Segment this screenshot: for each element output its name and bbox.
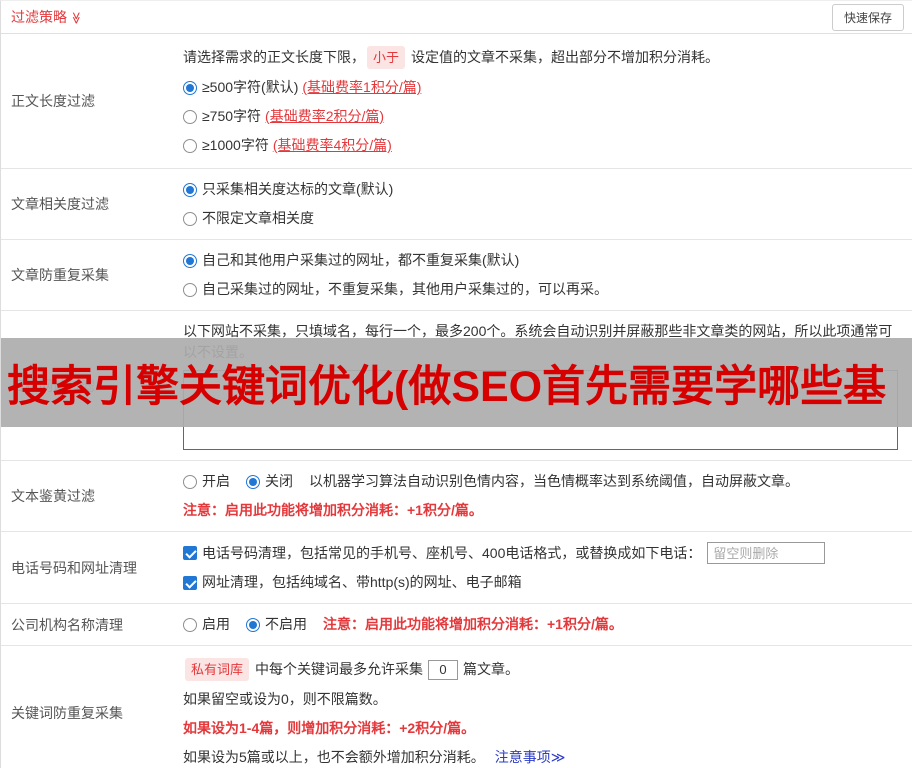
radio-icon[interactable] bbox=[183, 80, 197, 95]
row-company-name-cleaning: 公司机构名称清理 启用 不启用 注意：启用此功能将增加积分消耗：+1积分/篇。 bbox=[1, 604, 912, 646]
row-content-company-name: 启用 不启用 注意：启用此功能将增加积分消耗：+1积分/篇。 bbox=[176, 604, 912, 645]
porn-filter-cost-note: 注意：启用此功能将增加积分消耗：+1积分/篇。 bbox=[183, 502, 483, 518]
radio-label: 关闭 bbox=[265, 473, 293, 489]
keyword-note-zero: 如果留空或设为0，则不限篇数。 bbox=[183, 691, 387, 707]
radio-label: 不启用 bbox=[265, 616, 307, 632]
radio-option-relevance-any[interactable]: 不限定文章相关度 bbox=[183, 208, 902, 229]
chevron-double-down-icon: ≫ bbox=[69, 11, 84, 25]
filter-strategy-page: 过滤策略 ≫ 快速保存 正文长度过滤 请选择需求的正文长度下限， 小于 设定值的文… bbox=[0, 0, 912, 768]
radio-label: ≥500字符(默认) bbox=[202, 79, 299, 95]
radio-option-company-disable[interactable]: 不启用 bbox=[246, 614, 307, 635]
row-label-porn-filter: 文本鉴黄过滤 bbox=[11, 488, 95, 504]
radio-option-porn-off[interactable]: 关闭 bbox=[246, 471, 293, 492]
overlay-banner-text: 搜索引擎关键词优化(做SEO首先需要学哪些基 bbox=[7, 362, 887, 411]
checkbox-option-phone-cleaning[interactable]: 电话号码清理，包括常见的手机号、座机号、400电话格式，或替换成如下电话： bbox=[183, 542, 902, 564]
row-content-porn-filter: 开启 关闭 以机器学习算法自动识别色情内容，当色情概率达到系统阈值，自动屏蔽文章… bbox=[176, 461, 912, 531]
row-content-dedup: 自己和其他用户采集过的网址，都不重复采集(默认) 自己采集过的网址，不重复采集，… bbox=[176, 240, 912, 310]
keyword-limit-count-input[interactable] bbox=[428, 659, 459, 680]
row-content-keyword-dedup: 私有词库 中每个关键词最多允许采集 篇文章。 如果留空或设为0，则不限篇数。 如… bbox=[176, 646, 912, 768]
radio-icon[interactable] bbox=[183, 211, 197, 226]
keyword-limit-text-mid: 中每个关键词最多允许采集 bbox=[255, 661, 424, 677]
intro-text-pre: 请选择需求的正文长度下限， bbox=[183, 49, 365, 65]
length-filter-intro: 请选择需求的正文长度下限， 小于 设定值的文章不采集，超出部分不增加积分消耗。 bbox=[183, 46, 902, 69]
row-content-phone-url: 电话号码清理，包括常见的手机号、座机号、400电话格式，或替换成如下电话： 网址… bbox=[176, 532, 912, 603]
row-label-relevance-filter: 文章相关度过滤 bbox=[11, 196, 109, 212]
radio-icon[interactable] bbox=[246, 617, 260, 632]
row-label-dedup: 文章防重复采集 bbox=[11, 267, 109, 283]
radio-option-dedup-self-only[interactable]: 自己采集过的网址，不重复采集，其他用户采集过的，可以再采。 bbox=[183, 279, 902, 300]
company-name-options: 启用 不启用 注意：启用此功能将增加积分消耗：+1积分/篇。 bbox=[183, 614, 902, 635]
radio-icon[interactable] bbox=[183, 138, 197, 153]
radio-icon[interactable] bbox=[183, 109, 197, 124]
radio-icon[interactable] bbox=[183, 253, 197, 268]
page-header: 过滤策略 ≫ 快速保存 bbox=[1, 1, 912, 34]
overlay-banner: 搜索引擎关键词优化(做SEO首先需要学哪些基 bbox=[1, 338, 912, 427]
page-title-text: 过滤策略 bbox=[11, 9, 67, 25]
checkbox-option-url-cleaning[interactable]: 网址清理，包括纯域名、带http(s)的网址、电子邮箱 bbox=[183, 572, 902, 593]
radio-label: ≥750字符 bbox=[202, 108, 262, 124]
private-lexicon-tag: 私有词库 bbox=[185, 658, 250, 681]
radio-label: 自己采集过的网址，不重复采集，其他用户采集过的，可以再采。 bbox=[202, 281, 608, 297]
radio-icon[interactable] bbox=[183, 282, 197, 297]
row-content-relevance-filter: 只采集相关度达标的文章(默认) 不限定文章相关度 bbox=[176, 169, 912, 239]
radio-option-500-chars[interactable]: ≥500字符(默认) (基础费率1积分/篇) bbox=[183, 77, 902, 98]
row-relevance-filter: 文章相关度过滤 只采集相关度达标的文章(默认) 不限定文章相关度 bbox=[1, 169, 912, 240]
radio-icon[interactable] bbox=[183, 617, 197, 632]
porn-filter-options: 开启 关闭 以机器学习算法自动识别色情内容，当色情概率达到系统阈值，自动屏蔽文章… bbox=[183, 471, 902, 492]
radio-label: 启用 bbox=[202, 616, 230, 632]
rate-note: (基础费率2积分/篇) bbox=[265, 108, 385, 124]
row-porn-filter: 文本鉴黄过滤 开启 关闭 以机器学习算法自动识别色情内容，当色情概率达到系统阈值… bbox=[1, 461, 912, 532]
row-label-keyword-dedup: 关键词防重复采集 bbox=[11, 705, 123, 721]
row-phone-url-cleaning: 电话号码和网址清理 电话号码清理，包括常见的手机号、座机号、400电话格式，或替… bbox=[1, 532, 912, 604]
page-title[interactable]: 过滤策略 ≫ bbox=[11, 7, 83, 27]
keyword-note-five-plus: 如果设为5篇或以上，也不会额外增加积分消耗。 注意事项≫ bbox=[183, 747, 902, 768]
radio-label: 开启 bbox=[202, 473, 230, 489]
intro-text-post: 设定值的文章不采集，超出部分不增加积分消耗。 bbox=[411, 49, 720, 65]
rate-note: (基础费率1积分/篇) bbox=[302, 79, 422, 95]
keyword-limit-line: 私有词库 中每个关键词最多允许采集 篇文章。 bbox=[183, 658, 902, 681]
radio-option-dedup-all-users[interactable]: 自己和其他用户采集过的网址，都不重复采集(默认) bbox=[183, 250, 902, 271]
radio-label: ≥1000字符 bbox=[202, 137, 269, 153]
keyword-note-cost: 如果设为1-4篇，则增加积分消耗：+2积分/篇。 bbox=[183, 720, 476, 736]
checkbox-label: 电话号码清理，包括常见的手机号、座机号、400电话格式，或替换成如下电话： bbox=[202, 544, 702, 561]
radio-icon[interactable] bbox=[183, 182, 197, 197]
checkbox-icon[interactable] bbox=[183, 575, 197, 590]
row-label-length-filter: 正文长度过滤 bbox=[11, 93, 95, 109]
radio-icon[interactable] bbox=[183, 474, 197, 489]
keyword-limit-text-post: 篇文章。 bbox=[463, 661, 520, 677]
row-keyword-dedup: 关键词防重复采集 私有词库 中每个关键词最多允许采集 篇文章。 如果留空或设为0… bbox=[1, 646, 912, 768]
quick-save-button[interactable]: 快速保存 bbox=[831, 3, 904, 31]
less-than-tag: 小于 bbox=[367, 46, 406, 69]
radio-option-company-enable[interactable]: 启用 bbox=[183, 614, 230, 635]
rate-note: (基础费率4积分/篇) bbox=[272, 137, 392, 153]
radio-label: 不限定文章相关度 bbox=[202, 210, 314, 226]
porn-filter-description: 以机器学习算法自动识别色情内容，当色情概率达到系统阈值，自动屏蔽文章。 bbox=[309, 473, 799, 489]
row-content-length-filter: 请选择需求的正文长度下限， 小于 设定值的文章不采集，超出部分不增加积分消耗。 … bbox=[176, 34, 912, 168]
row-label-phone-url: 电话号码和网址清理 bbox=[11, 559, 137, 576]
notes-link[interactable]: 注意事项≫ bbox=[495, 747, 566, 768]
row-length-filter: 正文长度过滤 请选择需求的正文长度下限， 小于 设定值的文章不采集，超出部分不增… bbox=[1, 34, 912, 169]
radio-option-relevance-strict[interactable]: 只采集相关度达标的文章(默认) bbox=[183, 179, 902, 200]
radio-label: 只采集相关度达标的文章(默认) bbox=[202, 181, 394, 197]
checkbox-icon[interactable] bbox=[183, 546, 197, 560]
radio-option-porn-on[interactable]: 开启 bbox=[183, 471, 230, 492]
row-label-company-name: 公司机构名称清理 bbox=[11, 616, 123, 633]
row-dedup-collection: 文章防重复采集 自己和其他用户采集过的网址，都不重复采集(默认) 自己采集过的网… bbox=[1, 240, 912, 311]
radio-option-750-chars[interactable]: ≥750字符 (基础费率2积分/篇) bbox=[183, 106, 902, 127]
checkbox-label: 网址清理，包括纯域名、带http(s)的网址、电子邮箱 bbox=[202, 574, 522, 590]
radio-option-1000-chars[interactable]: ≥1000字符 (基础费率4积分/篇) bbox=[183, 135, 902, 156]
replacement-phone-input[interactable] bbox=[707, 542, 826, 564]
keyword-note-five-plus-text: 如果设为5篇或以上，也不会额外增加积分消耗。 bbox=[183, 749, 485, 765]
radio-icon[interactable] bbox=[246, 474, 260, 489]
radio-label: 自己和其他用户采集过的网址，都不重复采集(默认) bbox=[202, 252, 520, 268]
company-cost-note: 注意：启用此功能将增加积分消耗：+1积分/篇。 bbox=[323, 616, 623, 632]
